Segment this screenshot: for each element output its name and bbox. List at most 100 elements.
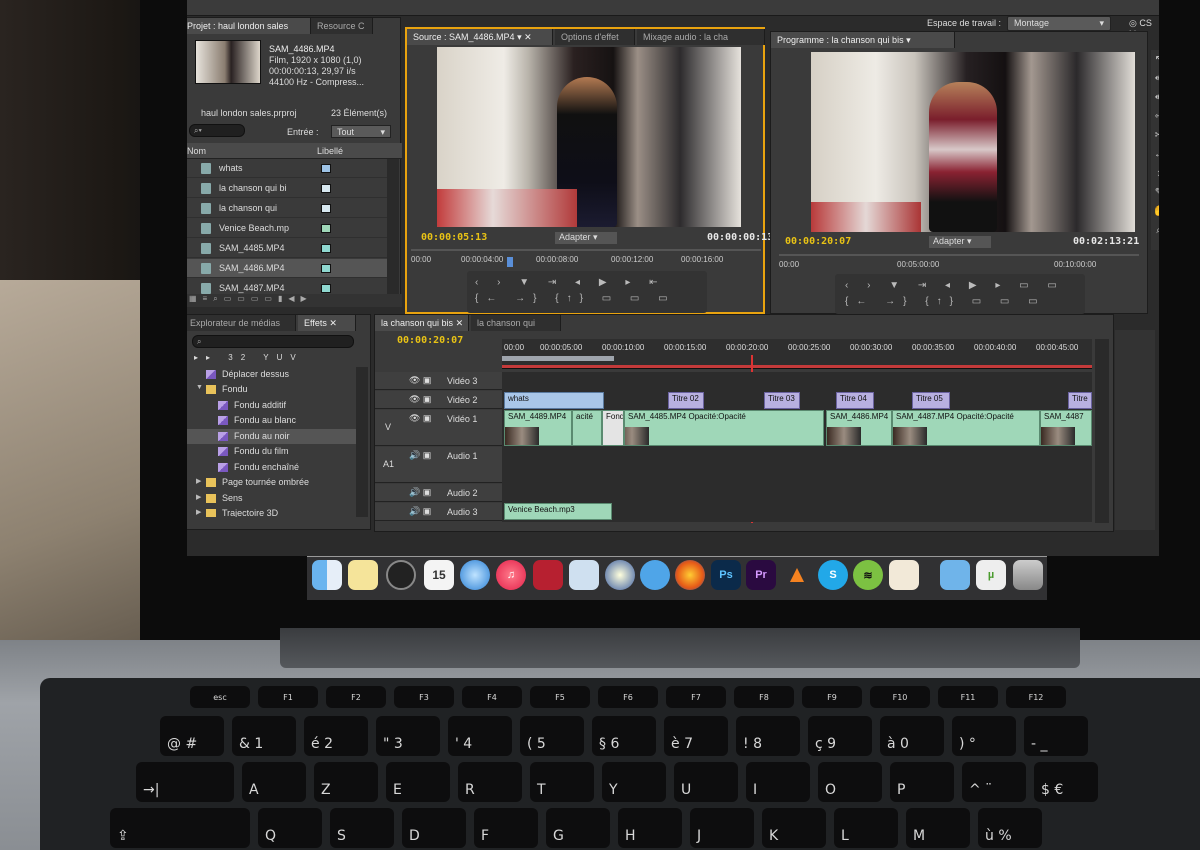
key-d[interactable]: D (402, 808, 466, 848)
effect-folder[interactable]: ▶ Sens (187, 491, 356, 506)
tab-program[interactable]: Programme : la chanson qui bis ▾ (771, 32, 955, 48)
key-f12[interactable]: F12 (1006, 686, 1066, 708)
key-a[interactable]: A (242, 762, 306, 802)
track-audio-3[interactable]: 🔊 ▣ Audio 3 (375, 503, 502, 521)
tab-resource[interactable]: Resource C (311, 18, 373, 34)
preview-icon[interactable] (569, 560, 599, 590)
source-fit-select[interactable]: Adapter ▾ (555, 232, 617, 244)
finder-icon[interactable] (312, 560, 342, 590)
key-5[interactable]: ( 5 (520, 716, 584, 756)
key-o[interactable]: O (818, 762, 882, 802)
key-f1[interactable]: F1 (258, 686, 318, 708)
key-f3[interactable]: F3 (394, 686, 454, 708)
key-7[interactable]: è 7 (664, 716, 728, 756)
key-f2[interactable]: F2 (326, 686, 386, 708)
track-target[interactable]: V (385, 422, 391, 432)
timeline-clip[interactable]: Titre 05 (912, 392, 950, 409)
program-timecode[interactable]: 00:00:20:07 (785, 236, 851, 247)
timeline-clip[interactable]: Fond (602, 410, 624, 446)
track-video-3[interactable]: 👁 ▣ Vidéo 3 (375, 372, 502, 390)
search-input[interactable]: ⌕▾ (189, 124, 245, 137)
key-z[interactable]: Z (314, 762, 378, 802)
utorrent-icon[interactable]: µ (976, 560, 1006, 590)
key-f4[interactable]: F4 (462, 686, 522, 708)
project-item[interactable]: la chanson qui bi (187, 179, 387, 198)
vlc-icon[interactable]: ▲ (782, 560, 812, 590)
spotify-icon[interactable]: ≋ (853, 560, 883, 590)
timeline-clip[interactable]: Titre 04 (836, 392, 874, 409)
tab-audio-mix[interactable]: Mixage audio : la cha (637, 29, 765, 45)
key-s[interactable]: S (330, 808, 394, 848)
key-m[interactable]: M (906, 808, 970, 848)
key-l[interactable]: L (834, 808, 898, 848)
key-minus[interactable]: - _ (1024, 716, 1088, 756)
key-0[interactable]: à 0 (880, 716, 944, 756)
faces-icon[interactable] (889, 560, 919, 590)
dashboard-icon[interactable] (386, 560, 416, 590)
timeline-clip[interactable]: SAM_4487 (1040, 410, 1092, 446)
effect-item-selected[interactable]: Fondu au noir (187, 429, 356, 444)
calendar-icon[interactable]: 15 (424, 560, 454, 590)
project-item[interactable]: la chanson qui (187, 199, 387, 218)
key-j[interactable]: J (690, 808, 754, 848)
key-k[interactable]: K (762, 808, 826, 848)
key-8[interactable]: ! 8 (736, 716, 800, 756)
tab-effect-options[interactable]: Options d'effet (555, 29, 635, 45)
key-u[interactable]: U (674, 762, 738, 802)
key-u-grave[interactable]: ù % (978, 808, 1042, 848)
effect-item[interactable]: Fondu enchaîné (187, 460, 356, 475)
effect-item[interactable]: Fondu au blanc (187, 413, 356, 428)
source-timecode[interactable]: 00:00:05:13 (421, 232, 487, 243)
key-f10[interactable]: F10 (870, 686, 930, 708)
key-i[interactable]: I (746, 762, 810, 802)
effect-item[interactable]: Fondu du film (187, 444, 356, 459)
photoshop-icon[interactable]: Ps (711, 560, 741, 590)
key-4[interactable]: ' 4 (448, 716, 512, 756)
key-g[interactable]: G (546, 808, 610, 848)
key-f8[interactable]: F8 (734, 686, 794, 708)
key-paren[interactable]: ) ° (952, 716, 1016, 756)
key-r[interactable]: R (458, 762, 522, 802)
audio-clip[interactable]: Venice Beach.mp3 (504, 503, 612, 520)
itunes-icon[interactable]: ♫ (496, 560, 526, 590)
key-f[interactable]: F (474, 808, 538, 848)
key-y[interactable]: Y (602, 762, 666, 802)
tab-effects[interactable]: Effets ✕ (298, 315, 356, 331)
track-audio-1[interactable]: A1 🔊 ▣ Audio 1 (375, 447, 502, 483)
key-1[interactable]: & 1 (232, 716, 296, 756)
track-audio-2[interactable]: 🔊 ▣ Audio 2 (375, 484, 502, 502)
effect-folder[interactable]: ▼ Fondu (187, 382, 356, 397)
effect-folder[interactable]: ▶ Page tournée ombrée (187, 475, 356, 490)
effect-item[interactable]: Déplacer dessus (187, 367, 356, 382)
key-q[interactable]: Q (258, 808, 322, 848)
effect-folder[interactable]: ▶ Trajectoire 3D (187, 506, 356, 517)
firefox-icon[interactable] (675, 560, 705, 590)
key-e[interactable]: E (386, 762, 450, 802)
track-video-1[interactable]: V 👁 ▣ Vidéo 1 (375, 410, 502, 446)
key-esc[interactable]: esc (190, 686, 250, 708)
folder-icon[interactable] (940, 560, 970, 590)
timeline-timecode[interactable]: 00:00:20:07 (397, 335, 463, 346)
timeline-clip[interactable]: SAM_4487.MP4 Opacité:Opacité (892, 410, 1040, 446)
tab-sequence-bis[interactable]: la chanson qui bis ✕ (375, 315, 469, 331)
project-item[interactable]: SAM_4487.MP4 (187, 279, 387, 294)
timeline-clip[interactable]: Titre (1068, 392, 1092, 409)
premiere-icon[interactable]: Pr (746, 560, 776, 590)
workspace-select[interactable]: Montage ▾ (1007, 16, 1111, 31)
work-area-bar[interactable] (502, 356, 614, 361)
notes-icon[interactable] (348, 560, 378, 590)
entry-select[interactable]: Tout ▾ (331, 125, 391, 138)
timeline-clip[interactable]: Titre 03 (764, 392, 800, 409)
effects-search-input[interactable]: ⌕ (192, 335, 354, 348)
key-p[interactable]: P (890, 762, 954, 802)
safari-icon[interactable] (460, 560, 490, 590)
photo-booth-icon[interactable] (533, 560, 563, 590)
key-f9[interactable]: F9 (802, 686, 862, 708)
tab-source[interactable]: Source : SAM_4486.MP4 ▾ ✕ (407, 29, 553, 45)
key-at[interactable]: @ # (160, 716, 224, 756)
project-item[interactable]: Venice Beach.mp (187, 219, 387, 238)
project-scrollbar[interactable] (387, 159, 399, 294)
timeline-clip[interactable]: Titre 02 (668, 392, 704, 409)
key-6[interactable]: § 6 (592, 716, 656, 756)
key-9[interactable]: ç 9 (808, 716, 872, 756)
